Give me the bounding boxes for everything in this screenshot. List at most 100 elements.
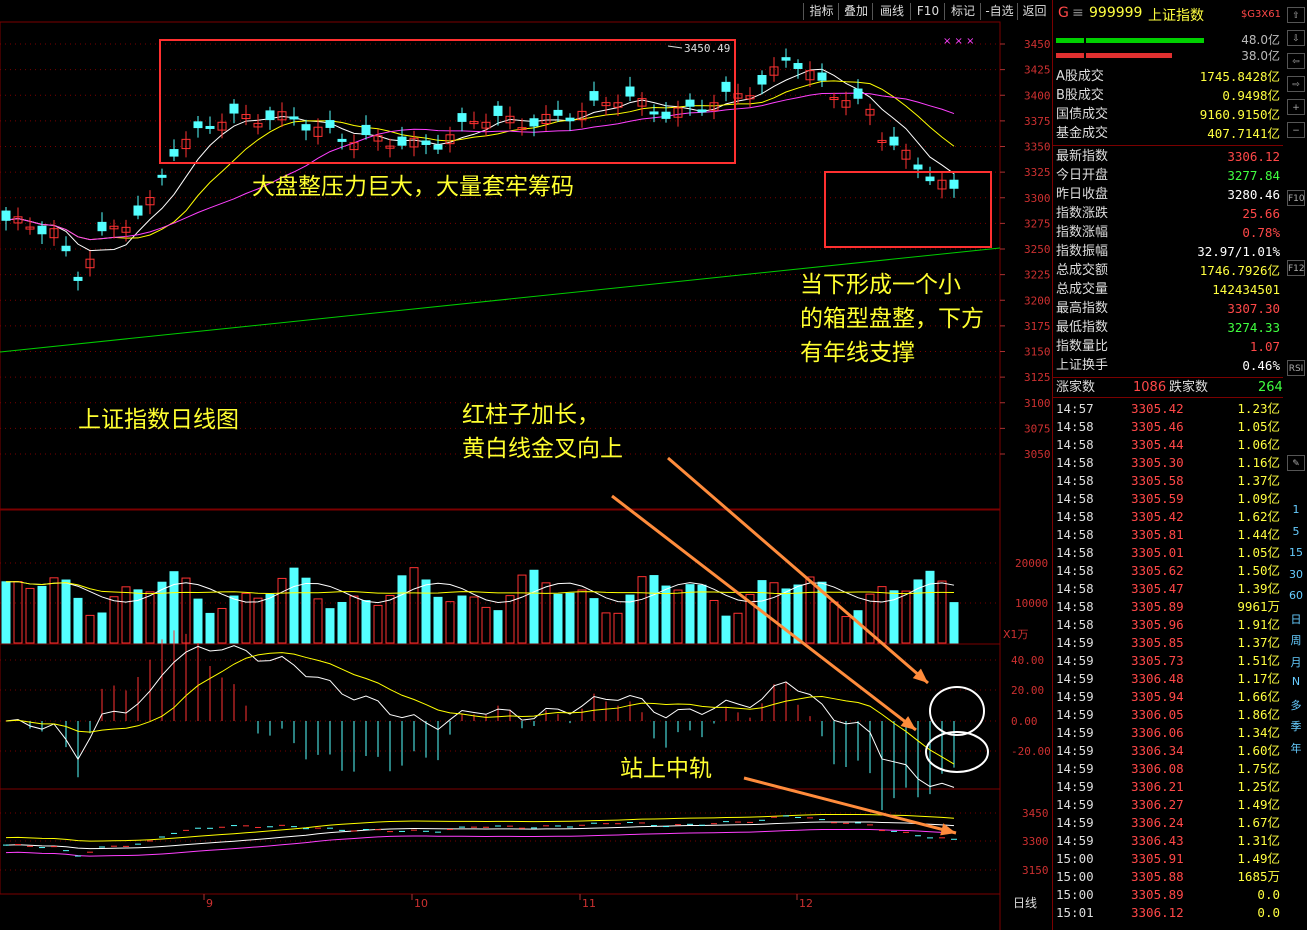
- row-label: 最新指数: [1056, 149, 1109, 164]
- price-axis-label: 3375: [1024, 115, 1051, 128]
- row-value: 3306.12: [1227, 149, 1280, 164]
- toolbar-button-5[interactable]: -自选: [980, 3, 1018, 20]
- row-label: 今日开盘: [1056, 168, 1109, 183]
- volume-bar: [685, 584, 695, 644]
- row-label: 指数涨幅: [1056, 225, 1109, 240]
- down-arrow-icon[interactable]: ⇩: [1287, 30, 1305, 46]
- period-button[interactable]: 年: [1285, 740, 1307, 756]
- zoom-in-icon[interactable]: +: [1287, 99, 1305, 115]
- price-axis-label: 3350: [1024, 141, 1051, 154]
- stat-row: 最新指数 3306.12: [1053, 148, 1283, 166]
- candle-body: [1, 210, 11, 221]
- period-button[interactable]: 30: [1285, 568, 1307, 581]
- volume-bar: [49, 577, 59, 644]
- f12-icon[interactable]: F12: [1287, 260, 1305, 276]
- tick-time: 14:58: [1056, 473, 1094, 488]
- toolbar-button-2[interactable]: 画线: [872, 3, 911, 20]
- period-button[interactable]: 15: [1285, 546, 1307, 559]
- price-axis-label: 3125: [1024, 371, 1051, 384]
- price-axis-label: 3175: [1024, 320, 1051, 333]
- tick-time: 14:57: [1056, 401, 1094, 416]
- up-arrow-icon[interactable]: ⇧: [1287, 7, 1305, 23]
- period-label: 日线: [1013, 896, 1037, 910]
- f10-icon[interactable]: F10: [1287, 190, 1305, 206]
- toolbar-button-1[interactable]: 叠加: [838, 3, 873, 20]
- volume-bar: [241, 592, 251, 644]
- advance-decline-row: 涨家数 1086 跌家数 264: [1053, 379, 1283, 397]
- toolbar-button-4[interactable]: 标记: [944, 3, 981, 20]
- tick-time: 14:59: [1056, 635, 1094, 650]
- menu-icon[interactable]: ≡: [1072, 5, 1084, 21]
- tick-row: 14:58 3305.44 1.06亿: [1053, 436, 1283, 454]
- tick-volume: 1.62亿: [1237, 509, 1280, 524]
- tick-row: 14:58 3305.62 1.50亿: [1053, 562, 1283, 580]
- tick-row: 15:00 3305.91 1.49亿: [1053, 850, 1283, 868]
- row-label: 指数振幅: [1056, 244, 1109, 259]
- volume-bar: [25, 587, 35, 644]
- left-arrow-icon[interactable]: ⇦: [1287, 53, 1305, 69]
- rsi-icon[interactable]: RSI: [1287, 360, 1305, 376]
- row-label: 基金成交: [1056, 126, 1109, 141]
- month-label: 10: [414, 897, 428, 910]
- tick-time: 14:59: [1056, 815, 1094, 830]
- period-button[interactable]: 60: [1285, 589, 1307, 602]
- tick-volume: 1.39亿: [1237, 581, 1280, 596]
- candle-body: [337, 138, 347, 142]
- tick-price: 3305.89: [1131, 887, 1184, 902]
- row-value: 1745.8428亿: [1199, 69, 1280, 84]
- period-button[interactable]: 周: [1285, 632, 1307, 648]
- volume-bar: [193, 598, 203, 644]
- volume-bar: [205, 612, 215, 644]
- turnover-row: 基金成交 407.7141亿: [1053, 125, 1283, 143]
- volume-bar: [181, 577, 191, 644]
- zoom-out-icon[interactable]: −: [1287, 122, 1305, 138]
- price-axis-label: 3050: [1024, 448, 1051, 461]
- tick-row: 14:58 3305.59 1.09亿: [1053, 490, 1283, 508]
- tick-row: 14:59 3306.43 1.31亿: [1053, 832, 1283, 850]
- pencil-icon[interactable]: ✎: [1287, 455, 1305, 471]
- tick-time: 14:58: [1056, 527, 1094, 542]
- right-arrow-icon[interactable]: ⇨: [1287, 76, 1305, 92]
- toolbar-button-6[interactable]: 返回: [1017, 3, 1051, 20]
- volume-bar: [481, 606, 491, 644]
- toolbar-button-0[interactable]: 指标: [803, 3, 839, 20]
- period-button[interactable]: 5: [1285, 525, 1307, 538]
- candle-body: [325, 120, 335, 128]
- row-value: 1.07: [1249, 339, 1280, 354]
- candle-body: [949, 179, 959, 189]
- month-label: 9: [206, 897, 213, 910]
- volume-bar: [709, 599, 719, 644]
- row-label: 上证换手: [1056, 358, 1109, 373]
- tick-volume: 1.05亿: [1237, 545, 1280, 560]
- marker-icon: × × ×: [943, 36, 975, 47]
- candle-body: [193, 121, 203, 129]
- macd-circle-bottom: [925, 731, 989, 773]
- volume-bar: [853, 610, 863, 644]
- volume-bar: [361, 600, 371, 644]
- row-label: 最高指数: [1056, 301, 1109, 316]
- volume-bar: [229, 595, 239, 644]
- period-button[interactable]: 月: [1285, 654, 1307, 670]
- toolbar-button-3[interactable]: F10: [910, 3, 945, 20]
- period-button[interactable]: 1: [1285, 503, 1307, 516]
- row-label: 最低指数: [1056, 320, 1109, 335]
- period-button[interactable]: 多: [1285, 697, 1307, 713]
- candle-body: [913, 164, 923, 170]
- high-label-leader: [667, 45, 683, 49]
- tick-row: 14:59 3306.48 1.17亿: [1053, 670, 1283, 688]
- volume-bar: [145, 591, 155, 644]
- boll-axis-label: 3150: [1022, 864, 1049, 877]
- volume-unit: X1万: [1003, 628, 1029, 641]
- tick-row: 15:01 3306.12 0.0: [1053, 904, 1283, 922]
- period-button[interactable]: N: [1285, 675, 1307, 688]
- period-button[interactable]: 日: [1285, 611, 1307, 627]
- period-button[interactable]: 季: [1285, 718, 1307, 734]
- row-value: 25.66: [1242, 206, 1280, 221]
- candle-body: [61, 245, 71, 252]
- volume-bar: [85, 614, 95, 644]
- volume-bar: [697, 584, 707, 644]
- volume-bar: [325, 608, 335, 644]
- tick-price: 3306.05: [1131, 707, 1184, 722]
- tick-volume: 1.91亿: [1237, 617, 1280, 632]
- volume-bar: [577, 589, 587, 644]
